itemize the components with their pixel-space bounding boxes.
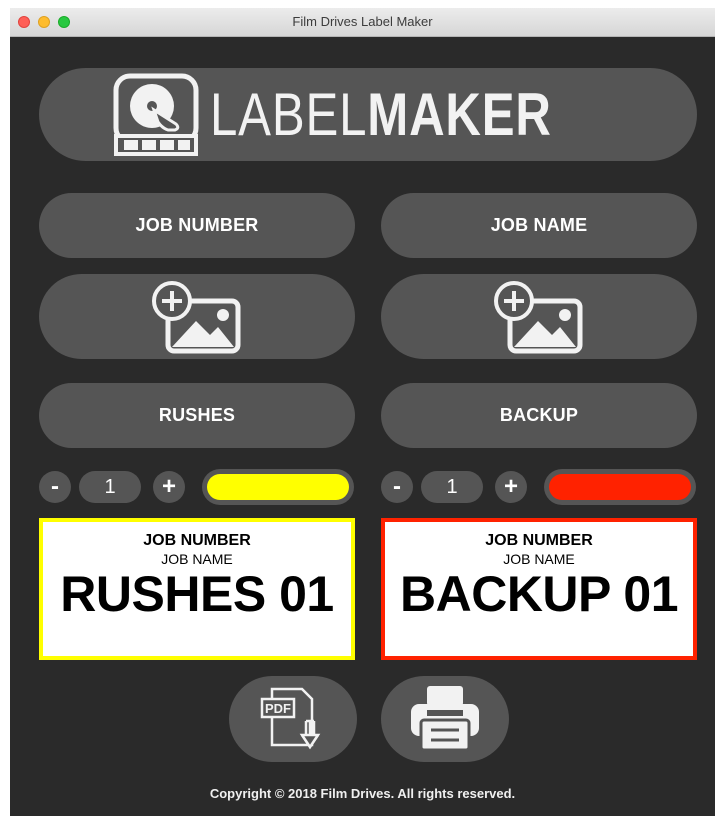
print-button[interactable]	[381, 676, 509, 762]
window-title: Film Drives Label Maker	[292, 14, 433, 29]
left-color-picker[interactable]	[202, 469, 354, 505]
app-window: Film Drives Label Maker LABELMAKER JOB N…	[10, 8, 715, 816]
film-drive-logo-icon	[113, 73, 199, 156]
printer-icon	[411, 686, 479, 752]
copyright-text: Copyright © 2018 Film Drives. All rights…	[209, 786, 516, 801]
add-image-right-button[interactable]	[381, 274, 697, 359]
pdf-download-icon: PDF	[260, 687, 321, 750]
logo-text: LABELMAKER	[210, 80, 552, 149]
logo-banner: LABELMAKER	[39, 68, 697, 161]
right-decrement-button[interactable]: -	[381, 471, 413, 503]
job-name-button[interactable]: JOB NAME	[381, 193, 697, 258]
add-image-icon	[152, 280, 241, 353]
label-job-number: JOB NUMBER	[143, 532, 251, 549]
logo-text-maker: MAKER	[366, 81, 552, 148]
label-title: RUSHES 01	[60, 566, 334, 622]
export-pdf-button[interactable]: PDF	[229, 676, 357, 762]
left-count-field[interactable]: 1	[79, 471, 141, 503]
rushes-label-preview: JOB NUMBER JOB NAME RUSHES 01	[39, 518, 355, 660]
title-bar: Film Drives Label Maker	[10, 8, 715, 37]
left-decrement-button[interactable]: -	[39, 471, 71, 503]
label-title: BACKUP 01	[400, 566, 679, 622]
right-color-picker[interactable]	[544, 469, 696, 505]
add-image-left-button[interactable]	[39, 274, 355, 359]
logo-text-label: LABEL	[209, 81, 367, 148]
backup-label-preview: JOB NUMBER JOB NAME BACKUP 01	[381, 518, 697, 660]
left-color-swatch	[207, 474, 349, 500]
label-job-number: JOB NUMBER	[485, 532, 593, 549]
rushes-button[interactable]: RUSHES	[39, 383, 355, 448]
add-image-icon	[494, 280, 583, 353]
right-color-swatch	[549, 474, 691, 500]
backup-button[interactable]: BACKUP	[381, 383, 697, 448]
right-count-field[interactable]: 1	[421, 471, 483, 503]
right-increment-button[interactable]: +	[495, 471, 527, 503]
pdf-icon-text: PDF	[265, 701, 291, 716]
job-number-button[interactable]: JOB NUMBER	[39, 193, 355, 258]
left-increment-button[interactable]: +	[153, 471, 185, 503]
